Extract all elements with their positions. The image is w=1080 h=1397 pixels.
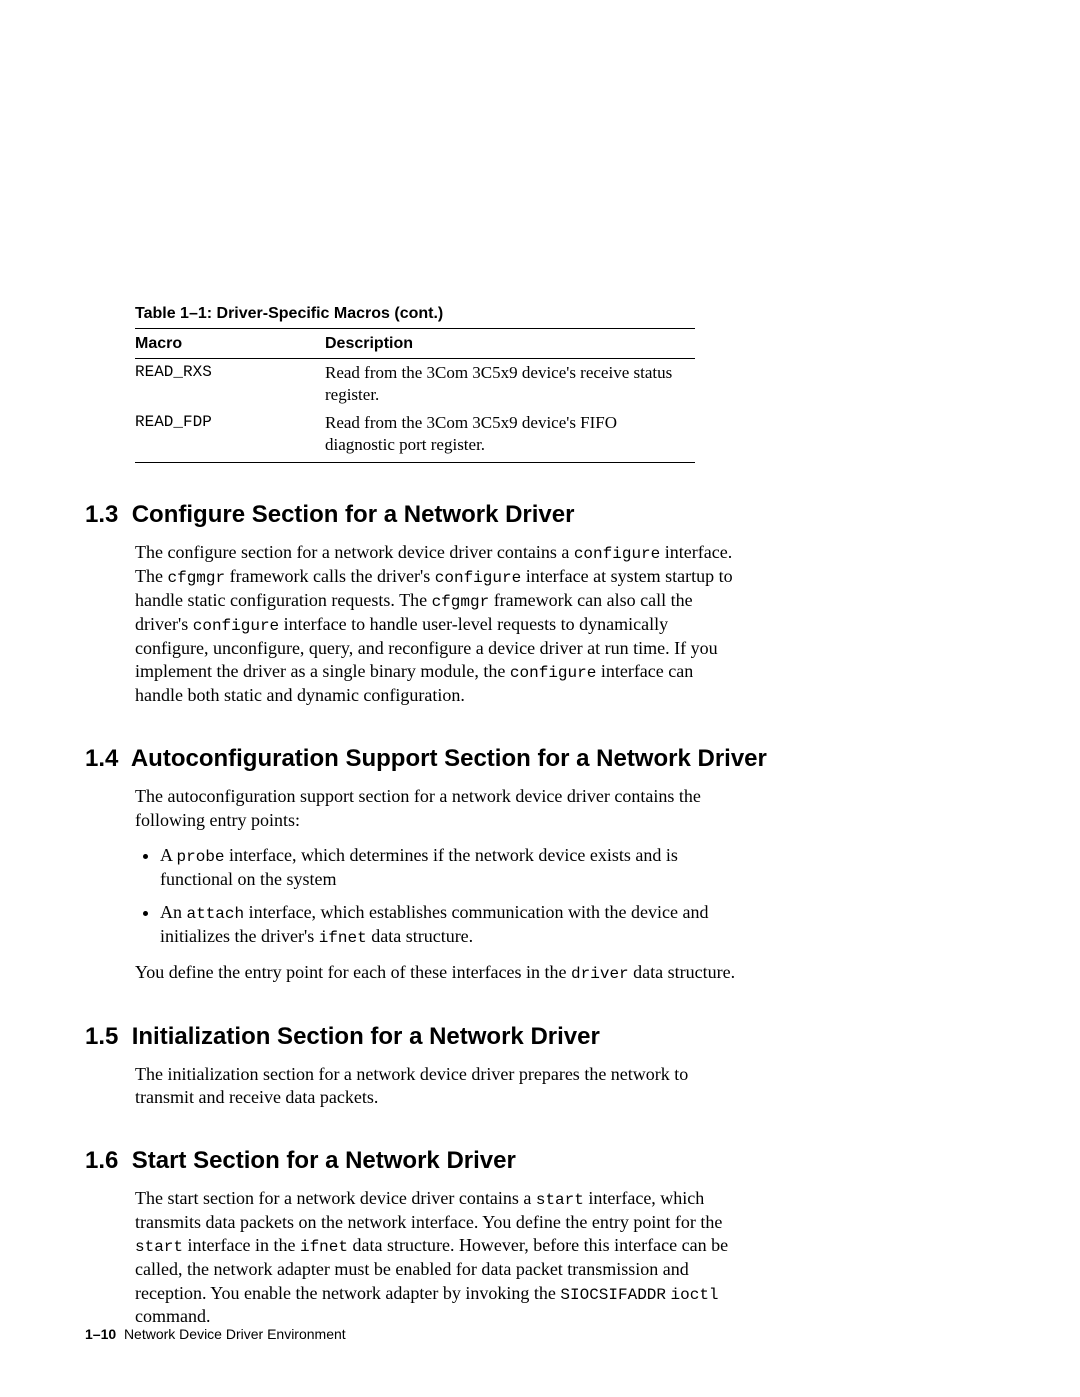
section-heading-1-6: 1.6 Start Section for a Network Driver (85, 1147, 940, 1175)
paragraph: The configure section for a network devi… (135, 541, 745, 707)
code-driver: driver (571, 965, 629, 983)
section-number: 1.3 (85, 501, 118, 528)
bullet-list: A probe interface, which determines if t… (135, 844, 740, 949)
page-footer: 1–10 Network Device Driver Environment (85, 1326, 346, 1342)
content-area: Table 1–1: Driver-Specific Macros (cont.… (135, 305, 940, 1329)
text: You define the entry point for each of t… (135, 962, 571, 982)
code-ifnet: ifnet (300, 1238, 348, 1256)
table-row: READ_FDP Read from the 3Com 3C5x9 device… (135, 409, 695, 463)
table-header-row: Macro Description (135, 329, 695, 359)
text: A (160, 845, 177, 865)
table-caption: Table 1–1: Driver-Specific Macros (cont.… (135, 305, 940, 323)
text: command. (135, 1306, 210, 1326)
section-heading-1-3: 1.3 Configure Section for a Network Driv… (85, 501, 940, 529)
paragraph: The autoconfiguration support section fo… (135, 785, 745, 832)
section-number: 1.6 (85, 1147, 118, 1174)
code-siocsifaddr: SIOCSIFADDR (560, 1286, 666, 1304)
text: The start section for a network device d… (135, 1188, 536, 1208)
table-row: READ_RXS Read from the 3Com 3C5x9 device… (135, 359, 695, 410)
list-item: An attach interface, which establishes c… (160, 901, 740, 949)
code-probe: probe (177, 848, 225, 866)
cell-macro: READ_FDP (135, 409, 325, 463)
code-attach: attach (187, 905, 245, 923)
text: An (160, 902, 187, 922)
code-cfgmgr: cfgmgr (167, 569, 225, 587)
cell-macro: READ_RXS (135, 359, 325, 410)
macros-table: Macro Description READ_RXS Read from the… (135, 328, 695, 463)
code-configure: configure (574, 545, 660, 563)
text: framework calls the driver's (225, 566, 435, 586)
section-title: Start Section for a Network Driver (132, 1147, 516, 1174)
text: data structure. (629, 962, 735, 982)
section-heading-1-4: 1.4 Autoconfiguration Support Section fo… (85, 745, 940, 773)
paragraph: You define the entry point for each of t… (135, 961, 745, 985)
footer-label: Network Device Driver Environment (124, 1326, 346, 1342)
section-title: Configure Section for a Network Driver (132, 501, 575, 528)
page: Table 1–1: Driver-Specific Macros (cont.… (0, 0, 1080, 1397)
code-start: start (536, 1191, 584, 1209)
code-ioctl: ioctl (671, 1286, 719, 1304)
text: data structure. (367, 926, 473, 946)
list-item: A probe interface, which determines if t… (160, 844, 740, 891)
cell-desc: Read from the 3Com 3C5x9 device's FIFO d… (325, 409, 695, 463)
section-title: Initialization Section for a Network Dri… (132, 1023, 600, 1050)
code-configure: configure (193, 617, 279, 635)
th-description: Description (325, 329, 695, 359)
text: interface, which determines if the netwo… (160, 845, 678, 889)
section-heading-1-5: 1.5 Initialization Section for a Network… (85, 1023, 940, 1051)
code-configure: configure (435, 569, 521, 587)
cell-desc: Read from the 3Com 3C5x9 device's receiv… (325, 359, 695, 410)
text: interface in the (183, 1235, 300, 1255)
section-title: Autoconfiguration Support Section for a … (131, 745, 767, 772)
code-ifnet: ifnet (319, 929, 367, 947)
code-start: start (135, 1238, 183, 1256)
text: The configure section for a network devi… (135, 542, 574, 562)
section-number: 1.4 (85, 745, 118, 772)
code-cfgmgr: cfgmgr (432, 593, 490, 611)
paragraph: The initialization section for a network… (135, 1063, 745, 1110)
page-number: 1–10 (85, 1326, 116, 1342)
th-macro: Macro (135, 329, 325, 359)
section-number: 1.5 (85, 1023, 118, 1050)
paragraph: The start section for a network device d… (135, 1187, 745, 1329)
code-configure: configure (510, 664, 596, 682)
